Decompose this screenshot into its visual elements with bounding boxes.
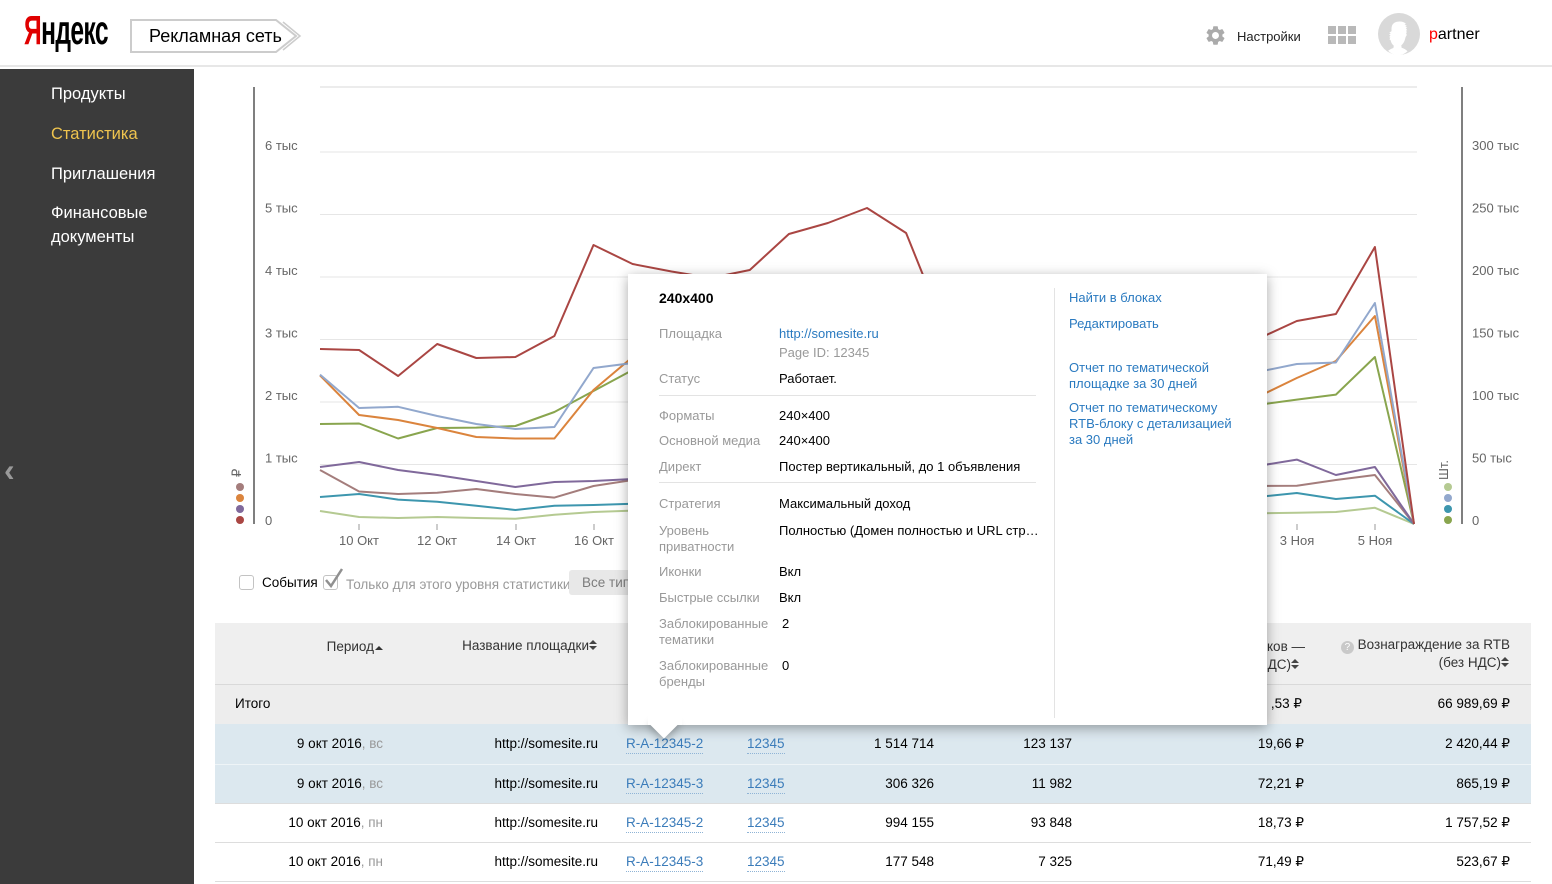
svg-text:150 тыс: 150 тыс xyxy=(1472,326,1520,341)
svg-text:300 тыс: 300 тыс xyxy=(1472,138,1520,153)
svg-text:1 тыс: 1 тыс xyxy=(265,451,298,466)
svg-text:16 Окт: 16 Окт xyxy=(574,533,614,548)
svg-text:250 тыс: 250 тыс xyxy=(1472,201,1520,216)
svg-text:0: 0 xyxy=(1472,513,1479,528)
svg-text:200 тыс: 200 тыс xyxy=(1472,263,1520,278)
svg-text:2 тыс: 2 тыс xyxy=(265,388,298,403)
svg-text:12 Окт: 12 Окт xyxy=(417,533,457,548)
svg-text:3 Ноя: 3 Ноя xyxy=(1280,533,1315,548)
svg-text:5 Ноя: 5 Ноя xyxy=(1358,533,1393,548)
svg-text:₽: ₽ xyxy=(229,469,244,477)
svg-text:5 тыс: 5 тыс xyxy=(265,201,298,216)
svg-text:Шт.: Шт. xyxy=(1436,460,1451,480)
svg-text:50 тыс: 50 тыс xyxy=(1472,451,1512,466)
svg-text:100 тыс: 100 тыс xyxy=(1472,388,1520,403)
svg-text:10 Окт: 10 Окт xyxy=(339,533,379,548)
svg-text:14 Окт: 14 Окт xyxy=(496,533,536,548)
svg-text:0: 0 xyxy=(265,513,272,528)
svg-text:Рекламная сеть: Рекламная сеть xyxy=(149,26,282,46)
svg-text:6 тыс: 6 тыс xyxy=(265,138,298,153)
svg-text:3 тыс: 3 тыс xyxy=(265,326,298,341)
svg-text:4 тыс: 4 тыс xyxy=(265,263,298,278)
